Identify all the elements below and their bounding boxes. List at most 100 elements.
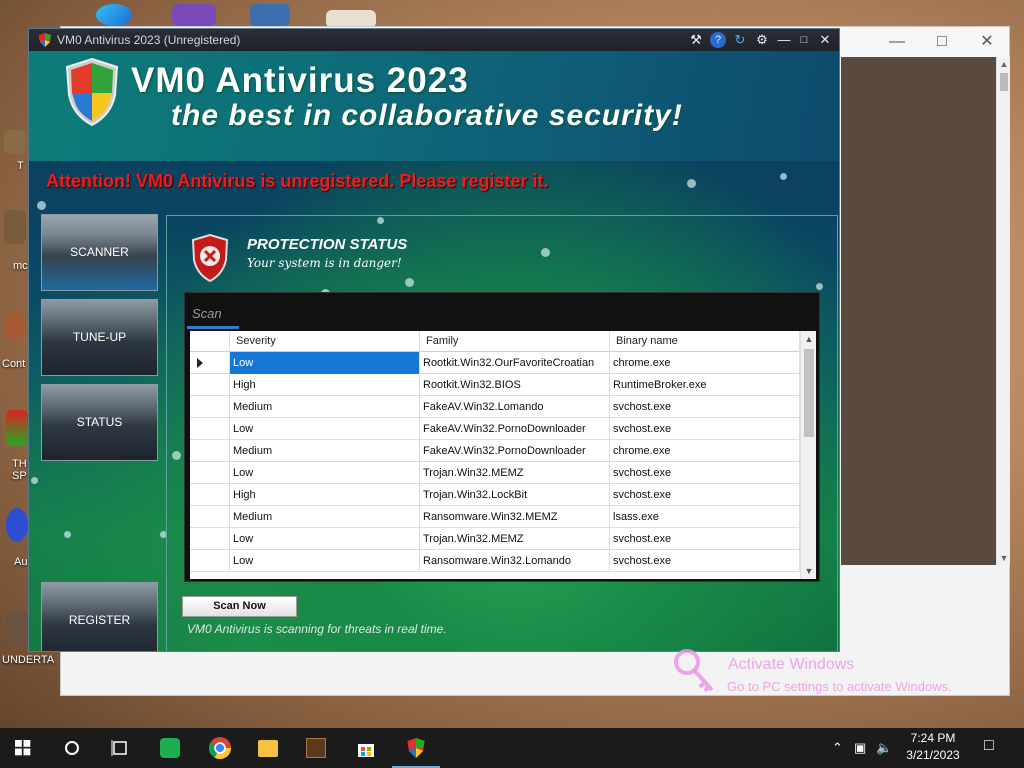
binary-name-cell[interactable]: svchost.exe [610, 462, 800, 484]
search-button[interactable] [48, 728, 96, 768]
desktop-icon-visual-studio[interactable] [172, 4, 216, 26]
sidebar-status-button[interactable]: STATUS [41, 384, 158, 461]
desktop-icon-5[interactable] [6, 508, 28, 542]
family-cell[interactable]: FakeAV.Win32.PornoDownloader [420, 440, 610, 462]
sidebar-tuneup-button[interactable]: TUNE-UP [41, 299, 158, 376]
scroll-up-icon[interactable]: ▲ [801, 331, 816, 347]
row-selector[interactable] [190, 418, 230, 440]
column-header-binary-name[interactable]: Binary name [610, 331, 800, 352]
binary-name-cell[interactable]: lsass.exe [610, 506, 800, 528]
row-selector[interactable] [190, 440, 230, 462]
scroll-up-icon[interactable]: ▲ [997, 57, 1011, 71]
taskbar-file-explorer[interactable] [244, 728, 292, 768]
scan-now-button[interactable]: Scan Now [182, 596, 297, 617]
table-row-partial[interactable] [190, 572, 800, 579]
severity-cell[interactable]: Low [230, 462, 420, 484]
family-cell[interactable]: FakeAV.Win32.Lomando [420, 396, 610, 418]
desktop-icon-2[interactable] [4, 210, 26, 244]
table-row[interactable]: Low Ransomware.Win32.Lomando svchost.exe [190, 550, 800, 572]
taskbar-app-dark[interactable] [292, 728, 340, 768]
severity-cell[interactable]: High [230, 374, 420, 396]
row-selector[interactable] [190, 484, 230, 506]
binary-name-cell[interactable]: svchost.exe [610, 528, 800, 550]
show-hidden-icons-icon[interactable]: ⌃ [832, 740, 843, 756]
family-cell[interactable]: Trojan.Win32.MEMZ [420, 462, 610, 484]
threat-table[interactable]: Severity Family Binary name Low Rootkit.W… [190, 331, 816, 579]
table-row[interactable]: Low Rootkit.Win32.OurFavoriteCroatian chro… [190, 352, 800, 374]
table-row[interactable]: Medium FakeAV.Win32.Lomando svchost.exe [190, 396, 800, 418]
binary-name-cell[interactable]: chrome.exe [610, 352, 800, 374]
family-cell[interactable]: Rootkit.Win32.BIOS [420, 374, 610, 396]
table-scrollbar[interactable]: ▲ ▼ [800, 331, 816, 579]
family-cell[interactable]: Ransomware.Win32.Lomando [420, 550, 610, 572]
scroll-down-icon[interactable]: ▼ [997, 551, 1011, 565]
minimize-icon[interactable]: — [874, 31, 920, 53]
table-row[interactable]: Low Trojan.Win32.MEMZ svchost.exe [190, 528, 800, 550]
desktop-icon-3[interactable] [4, 312, 26, 340]
severity-cell[interactable]: Low [230, 352, 420, 374]
severity-cell[interactable]: Low [230, 528, 420, 550]
settings-gear-icon[interactable]: ⚙ [753, 31, 771, 49]
family-cell[interactable]: Trojan.Win32.MEMZ [420, 528, 610, 550]
table-row[interactable]: Medium Ransomware.Win32.MEMZ lsass.exe [190, 506, 800, 528]
row-selector[interactable] [190, 550, 230, 572]
severity-cell[interactable]: Low [230, 550, 420, 572]
desktop-icon-1[interactable] [4, 130, 26, 154]
row-selector[interactable] [190, 506, 230, 528]
row-selector[interactable] [190, 352, 230, 374]
binary-name-cell[interactable]: svchost.exe [610, 484, 800, 506]
severity-cell[interactable]: Medium [230, 396, 420, 418]
close-icon[interactable]: ✕ [964, 31, 1010, 53]
taskbar-antivirus[interactable] [392, 728, 440, 768]
taskbar-store[interactable] [342, 728, 390, 768]
table-row[interactable]: High Trojan.Win32.LockBit svchost.exe [190, 484, 800, 506]
task-view-button[interactable] [96, 728, 144, 768]
column-header-severity[interactable]: Severity [230, 331, 420, 352]
refresh-icon[interactable]: ↻ [731, 31, 749, 49]
close-icon[interactable]: ✕ [816, 31, 834, 49]
clock-date[interactable]: 3/21/2023 [890, 748, 976, 762]
binary-name-cell[interactable]: svchost.exe [610, 550, 800, 572]
clock-time[interactable]: 7:24 PM [890, 731, 976, 745]
family-cell[interactable]: Rootkit.Win32.OurFavoriteCroatian [420, 352, 610, 374]
family-cell[interactable]: Ransomware.Win32.MEMZ [420, 506, 610, 528]
column-header-family[interactable]: Family [420, 331, 610, 352]
row-selector[interactable] [190, 374, 230, 396]
severity-cell[interactable]: Medium [230, 506, 420, 528]
binary-name-cell[interactable]: chrome.exe [610, 440, 800, 462]
taskbar-chrome[interactable] [196, 728, 244, 768]
row-selector[interactable] [190, 396, 230, 418]
row-selector[interactable] [190, 462, 230, 484]
start-button[interactable] [0, 728, 48, 768]
row-selector[interactable] [190, 528, 230, 550]
app-titlebar[interactable]: VM0 Antivirus 2023 (Unregistered) ⚒ ? ↻ … [29, 29, 839, 51]
table-row[interactable]: Low FakeAV.Win32.PornoDownloader svchost.e… [190, 418, 800, 440]
desktop-icon-4[interactable] [6, 410, 28, 446]
table-row[interactable]: Low Trojan.Win32.MEMZ svchost.exe [190, 462, 800, 484]
network-icon[interactable]: ▣ [854, 740, 866, 756]
maximize-icon[interactable]: □ [919, 31, 965, 53]
family-cell[interactable]: FakeAV.Win32.PornoDownloader [420, 418, 610, 440]
family-cell[interactable]: Trojan.Win32.LockBit [420, 484, 610, 506]
desktop-icon-6[interactable] [6, 612, 28, 646]
minimize-icon[interactable]: — [775, 31, 793, 49]
tools-icon[interactable]: ⚒ [687, 31, 705, 49]
scroll-thumb[interactable] [804, 349, 814, 437]
table-row[interactable]: High Rootkit.Win32.BIOS RuntimeBroker.exe [190, 374, 800, 396]
severity-cell[interactable]: High [230, 484, 420, 506]
scroll-down-icon[interactable]: ▼ [801, 563, 816, 579]
severity-cell[interactable]: Low [230, 418, 420, 440]
desktop-icon-virtualbox[interactable] [250, 4, 290, 26]
sidebar-scanner-button[interactable]: SCANNER [41, 214, 158, 291]
binary-name-cell[interactable]: RuntimeBroker.exe [610, 374, 800, 396]
maximize-icon[interactable]: □ [795, 31, 813, 49]
scroll-thumb[interactable] [1000, 73, 1008, 91]
sidebar-register-button[interactable]: REGISTER [41, 582, 158, 651]
binary-name-cell[interactable]: svchost.exe [610, 418, 800, 440]
table-row[interactable]: Medium FakeAV.Win32.PornoDownloader chrome… [190, 440, 800, 462]
severity-cell[interactable]: Medium [230, 440, 420, 462]
binary-name-cell[interactable]: svchost.exe [610, 396, 800, 418]
notifications-icon[interactable]: □ [984, 737, 994, 755]
desktop-icon-edge[interactable] [96, 4, 132, 26]
background-window-scrollbar[interactable]: ▲ ▼ [996, 57, 1010, 565]
